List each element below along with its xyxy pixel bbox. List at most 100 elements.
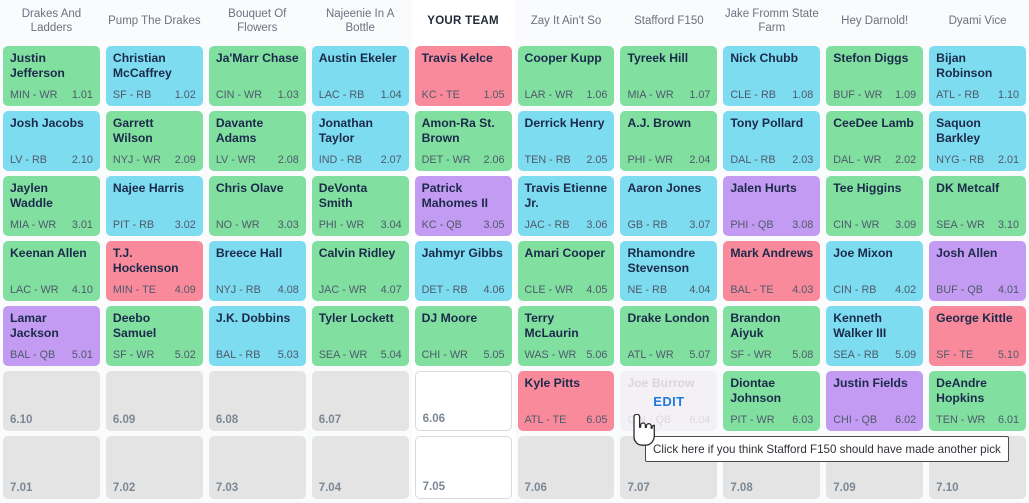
drafted-player-card[interactable]: Chris Olave NO - WR 3.03 (208, 176, 306, 236)
drafted-player-card[interactable]: T.J. Hockenson MIN - TE 4.09 (105, 241, 203, 301)
empty-pick-card[interactable]: 7.01 (3, 436, 100, 499)
drafted-player-card[interactable]: Calvin Ridley JAC - WR 4.07 (311, 241, 409, 301)
drafted-player-card[interactable]: Ja'Marr Chase CIN - WR 1.03 (208, 46, 306, 106)
drafted-player-card[interactable]: Tyler Lockett SEA - WR 5.04 (311, 306, 409, 366)
drafted-player-card[interactable]: A.J. Brown PHI - WR 2.04 (620, 111, 718, 171)
team-header[interactable]: Hey Darnold! (823, 0, 927, 44)
drafted-player-card[interactable]: Tyreek Hill MIA - WR 1.07 (620, 46, 718, 106)
drafted-player-card[interactable]: George Kittle SF - TE 5.10 (929, 306, 1027, 366)
empty-pick-card[interactable]: 7.05 (414, 436, 512, 499)
drafted-player-card[interactable]: Jaylen Waddle MIA - WR 3.01 (3, 176, 100, 236)
draft-board: Drakes And Ladders Pump The Drakes Bouquet… (0, 0, 1029, 503)
edit-button[interactable]: EDIT (620, 371, 717, 431)
draft-cell: 6.09 (102, 369, 206, 434)
pick-number: 5.07 (689, 349, 711, 361)
draft-cell: Brandon Aiyuk SF - WR 5.08 (720, 304, 824, 369)
drafted-player-card[interactable]: Stefon Diggs BUF - WR 1.09 (826, 46, 924, 106)
drafted-player-card[interactable]: Deebo Samuel SF - WR 5.02 (105, 306, 203, 366)
drafted-player-card[interactable]: Austin Ekeler LAC - RB 1.04 (311, 46, 409, 106)
drafted-player-card[interactable]: Tony Pollard DAL - RB 2.03 (723, 111, 821, 171)
drafted-player-card[interactable]: Breece Hall NYJ - RB 4.08 (208, 241, 306, 301)
empty-pick-card[interactable]: 6.10 (3, 371, 100, 431)
drafted-player-card[interactable]: Najee Harris PIT - RB 3.02 (105, 176, 203, 236)
drafted-player-card[interactable]: Kyle Pitts ATL - TE 6.05 (517, 371, 615, 431)
pick-number: 6.01 (998, 414, 1020, 426)
drafted-player-card[interactable]: Lamar Jackson BAL - QB 5.01 (3, 306, 100, 366)
draft-round-row: Jaylen Waddle MIA - WR 3.01 Najee Harris PIT… (0, 174, 1029, 239)
team-header[interactable]: Pump The Drakes (102, 0, 206, 44)
drafted-player-card[interactable]: Cooper Kupp LAR - WR 1.06 (517, 46, 615, 106)
player-name: Aaron Jones (627, 181, 702, 195)
empty-pick-card[interactable]: 7.04 (311, 436, 409, 499)
drafted-player-card[interactable]: CeeDee Lamb DAL - WR 2.02 (826, 111, 924, 171)
drafted-player-card[interactable]: Saquon Barkley NYG - RB 2.01 (929, 111, 1027, 171)
draft-cell: Calvin Ridley JAC - WR 4.07 (308, 239, 412, 304)
empty-pick-card[interactable]: 7.02 (105, 436, 203, 499)
team-header[interactable]: Jake Fromm State Farm (720, 0, 824, 44)
drafted-player-card[interactable]: Amon-Ra St. Brown DET - WR 2.06 (414, 111, 512, 171)
drafted-player-card[interactable]: DK Metcalf SEA - WR 3.10 (929, 176, 1027, 236)
drafted-player-card[interactable]: DJ Moore CHI - WR 5.05 (414, 306, 512, 366)
drafted-player-card[interactable]: Justin Jefferson MIN - WR 1.01 (3, 46, 100, 106)
drafted-player-card[interactable]: Jalen Hurts PHI - QB 3.08 (723, 176, 821, 236)
empty-pick-card[interactable]: 6.08 (208, 371, 306, 431)
empty-pick-card[interactable]: 6.09 (105, 371, 203, 431)
drafted-player-card[interactable]: Patrick Mahomes II KC - QB 3.05 (414, 176, 512, 236)
pick-number: 4.07 (380, 284, 402, 296)
team-header[interactable]: Zay It Ain't So (514, 0, 618, 44)
drafted-player-card[interactable]: Keenan Allen LAC - WR 4.10 (3, 241, 100, 301)
drafted-player-card[interactable]: Davante Adams LV - WR 2.08 (208, 111, 306, 171)
draft-cell: 6.10 (0, 369, 103, 434)
team-header[interactable]: Najeenie In A Bottle (308, 0, 412, 44)
player-team-position: CIN - RB (833, 284, 877, 296)
drafted-player-card[interactable]: Diontae Johnson PIT - WR 6.03 (723, 371, 821, 431)
empty-pick-card[interactable]: 7.06 (517, 436, 615, 499)
empty-pick-card[interactable]: 7.03 (208, 436, 306, 499)
drafted-player-card[interactable]: J.K. Dobbins BAL - RB 5.03 (208, 306, 306, 366)
player-team-position: SF - RB (112, 89, 152, 101)
team-header-your-team[interactable]: YOUR TEAM (411, 0, 515, 44)
drafted-player-card[interactable]: Justin Fields CHI - QB 6.02 (826, 371, 924, 431)
drafted-player-card[interactable]: Travis Etienne Jr. JAC - RB 3.06 (517, 176, 615, 236)
empty-pick-card[interactable]: 6.06 (414, 371, 512, 431)
drafted-player-card[interactable]: Josh Allen BUF - QB 4.01 (929, 241, 1027, 301)
drafted-player-card[interactable]: Bijan Robinson ATL - RB 1.10 (929, 46, 1027, 106)
player-team-position: CHI - QB (833, 414, 878, 426)
draft-cell: Lamar Jackson BAL - QB 5.01 (0, 304, 103, 369)
drafted-player-card[interactable]: Aaron Jones GB - RB 3.07 (620, 176, 718, 236)
drafted-player-card[interactable]: Jahmyr Gibbs DET - RB 4.06 (414, 241, 512, 301)
team-header[interactable]: Bouquet Of Flowers (205, 0, 309, 44)
drafted-player-card[interactable]: Rhamondre Stevenson NE - RB 4.04 (620, 241, 718, 301)
drafted-player-card[interactable]: Mark Andrews BAL - TE 4.03 (723, 241, 821, 301)
drafted-player-card[interactable]: Garrett Wilson NYJ - WR 2.09 (105, 111, 203, 171)
drafted-player-card[interactable]: Kenneth Walker III SEA - RB 5.09 (826, 306, 924, 366)
team-header[interactable]: Drakes And Ladders (0, 0, 103, 44)
pick-number: 5.09 (895, 349, 917, 361)
drafted-player-card[interactable]: Amari Cooper CLE - WR 4.05 (517, 241, 615, 301)
pick-number: 3.06 (586, 219, 608, 231)
drafted-player-card[interactable]: Travis Kelce KC - TE 1.05 (414, 46, 512, 106)
pick-number: 1.03 (277, 89, 299, 101)
team-header[interactable]: Dyami Vice (926, 0, 1029, 44)
drafted-player-card[interactable]: Drake London ATL - WR 5.07 (620, 306, 718, 366)
empty-pick-card[interactable]: 6.07 (311, 371, 409, 431)
drafted-player-card[interactable]: Brandon Aiyuk SF - WR 5.08 (723, 306, 821, 366)
player-team-position: DAL - RB (730, 154, 776, 166)
drafted-player-card[interactable]: Tee Higgins CIN - WR 3.09 (826, 176, 924, 236)
player-meta: TEN - WR 6.01 (936, 414, 1019, 427)
drafted-player-card[interactable]: DeVonta Smith PHI - WR 3.04 (311, 176, 409, 236)
drafted-player-card-hovered[interactable]: Joe Burrow CIN - QB 6.04 EDIT (620, 371, 718, 431)
drafted-player-card[interactable]: Josh Jacobs LV - RB 2.10 (3, 111, 100, 171)
player-name: Jalen Hurts (730, 181, 797, 195)
drafted-player-card[interactable]: Terry McLaurin WAS - WR 5.06 (517, 306, 615, 366)
drafted-player-card[interactable]: DeAndre Hopkins TEN - WR 6.01 (929, 371, 1027, 431)
drafted-player-card[interactable]: Derrick Henry TEN - RB 2.05 (517, 111, 615, 171)
player-name: Josh Allen (936, 246, 998, 260)
team-header[interactable]: Stafford F150 (617, 0, 721, 44)
player-name: Nick Chubb (730, 51, 799, 65)
player-team-position: LV - RB (10, 154, 47, 166)
drafted-player-card[interactable]: Joe Mixon CIN - RB 4.02 (826, 241, 924, 301)
drafted-player-card[interactable]: Christian McCaffrey SF - RB 1.02 (105, 46, 203, 106)
drafted-player-card[interactable]: Nick Chubb CLE - RB 1.08 (723, 46, 821, 106)
drafted-player-card[interactable]: Jonathan Taylor IND - RB 2.07 (311, 111, 409, 171)
